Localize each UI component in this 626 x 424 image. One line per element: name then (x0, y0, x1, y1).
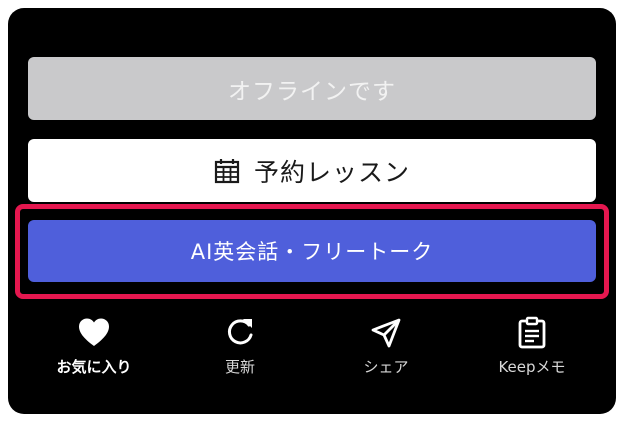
clipboard-icon (515, 316, 549, 350)
send-icon (369, 316, 403, 350)
offline-button-label: オフラインです (228, 78, 396, 105)
calendar-icon (214, 158, 240, 184)
nav-item-keep-memo[interactable]: Keepメモ (456, 310, 608, 400)
offline-button[interactable]: オフラインです (28, 57, 596, 120)
nav-item-share[interactable]: シェア (310, 310, 462, 400)
action-panel: オフラインです 予約レッスン AI英会話・フリートーク お気に入り 更新 シェア… (8, 8, 616, 414)
ai-free-talk-button[interactable]: AI英会話・フリートーク (28, 220, 596, 282)
refresh-icon (223, 316, 257, 350)
nav-label-keep-memo: Keepメモ (498, 358, 566, 376)
nav-item-favorites[interactable]: お気に入り (18, 310, 170, 400)
nav-label-share: シェア (363, 358, 409, 376)
heart-icon (77, 316, 111, 350)
nav-label-refresh: 更新 (224, 358, 255, 376)
nav-label-favorites: お気に入り (56, 358, 132, 376)
reserve-lesson-label: 予約レッスン (253, 157, 410, 187)
bottom-nav: お気に入り 更新 シェア Keepメモ (8, 310, 616, 400)
nav-item-refresh[interactable]: 更新 (164, 310, 316, 400)
ai-free-talk-label: AI英会話・フリートーク (190, 240, 434, 264)
reserve-lesson-button[interactable]: 予約レッスン (28, 139, 596, 202)
